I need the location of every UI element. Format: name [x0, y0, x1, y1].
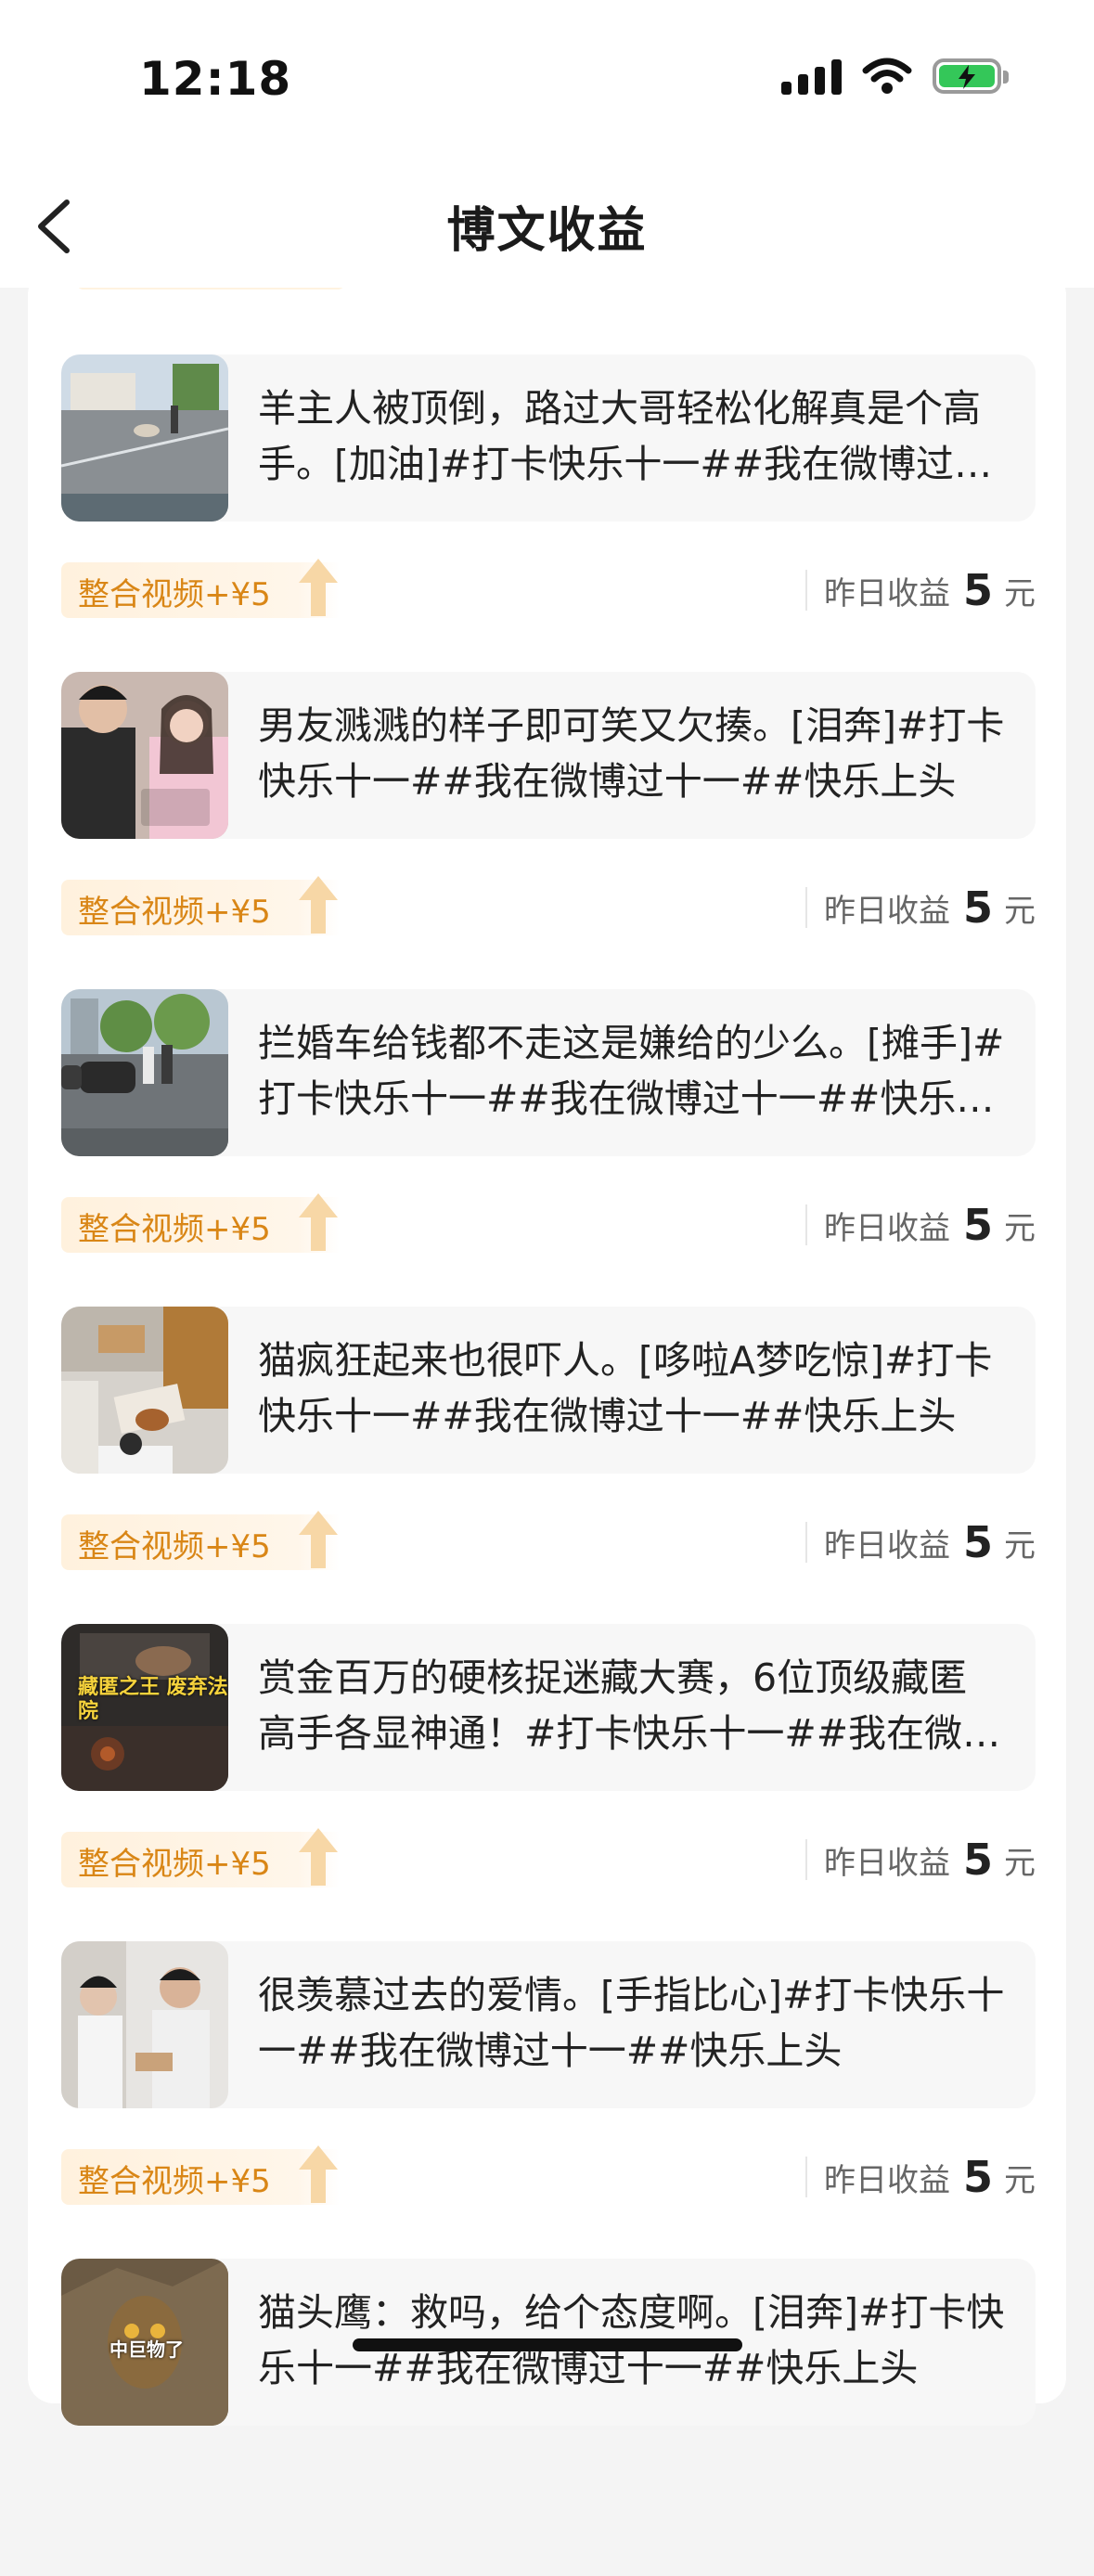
post-thumbnail: [61, 989, 228, 1156]
post-thumbnail: [61, 1941, 228, 2108]
yesterday-earnings: 昨日收益 5 元: [804, 878, 1036, 937]
earnings-label: 昨日收益: [823, 1209, 950, 1247]
bonus-badge: 整合视频+¥5: [61, 876, 340, 935]
earnings-label: 昨日收益: [823, 1844, 950, 1882]
earnings-value: 5: [962, 2152, 993, 2202]
home-indicator[interactable]: [353, 2338, 742, 2351]
battery-charging-icon: [933, 58, 1009, 94]
post-text: 赏金百万的硬核捉迷藏大赛，6位顶级藏匿高手各显神通！#打卡快乐十一##我在微博过…: [258, 1655, 1001, 1756]
earnings-label: 昨日收益: [823, 574, 950, 612]
post-text: 男友溅溅的样子即可笑又欠揍。[泪奔]#打卡快乐十一##我在微博过十一##快乐上头: [258, 703, 1005, 804]
thumbnail-caption: 藏匿之王 废弃法院: [78, 1676, 228, 1723]
list-item: 男友溅溅的样子即可笑又欠揍。[泪奔]#打卡快乐十一##我在微博过十一##快乐上头…: [28, 672, 1066, 989]
earnings-unit: 元: [1004, 1209, 1036, 1247]
bonus-badge: 整合视频+¥5: [61, 559, 340, 618]
yesterday-earnings: 昨日收益 5 元: [804, 560, 1036, 620]
earnings-unit: 元: [1004, 892, 1036, 930]
post-thumbnail: [61, 672, 228, 839]
post-thumbnail: 藏匿之王 废弃法院: [61, 1624, 228, 1791]
post-thumbnail: 中巨物了: [61, 2259, 228, 2426]
nav-bar: 博文收益: [0, 158, 1094, 288]
post-card[interactable]: 拦婚车给钱都不走这是嫌给的少么。[摊手]#打卡快乐十一##我在微博过十一##快乐…: [61, 989, 1036, 1156]
arrow-up-icon: [299, 876, 338, 934]
bonus-badge: 整合视频+¥5: [61, 1511, 340, 1570]
arrow-up-icon: [299, 1828, 338, 1886]
yesterday-earnings: 昨日收益 5 元: [804, 1830, 1036, 1889]
status-icons: [781, 58, 1009, 95]
bonus-badge: 整合视频+¥5: [61, 1193, 340, 1253]
earnings-list-card: 羊主人被顶倒，路过大哥轻松化解真是个高手。[加油]#打卡快乐十一##我在微博过十…: [28, 269, 1066, 2426]
earnings-label: 昨日收益: [823, 892, 950, 930]
post-thumbnail: [61, 354, 228, 522]
bonus-badge-label: 整合视频+¥5: [78, 1846, 271, 1883]
list-item: 羊主人被顶倒，路过大哥轻松化解真是个高手。[加油]#打卡快乐十一##我在微博过十…: [28, 354, 1066, 672]
list-item: 猫疯狂起来也很吓人。[哆啦A梦吃惊]#打卡快乐十一##我在微博过十一##快乐上头…: [28, 1307, 1066, 1624]
earnings-row: 整合视频+¥5 昨日收益 5 元: [61, 1193, 1036, 1255]
bonus-badge: 整合视频+¥5: [61, 1828, 340, 1887]
wifi-icon: [862, 58, 912, 94]
arrow-up-icon: [299, 2145, 338, 2203]
earnings-unit: 元: [1004, 1526, 1036, 1565]
post-text: 很羡慕过去的爱情。[手指比心]#打卡快乐十一##我在微博过十一##快乐上头: [258, 1973, 1005, 2073]
bonus-badge-label: 整合视频+¥5: [78, 2163, 271, 2200]
earnings-value: 5: [962, 1517, 993, 1567]
earnings-row: 整合视频+¥5 昨日收益 5 元: [61, 559, 1036, 620]
bonus-badge-label: 整合视频+¥5: [78, 1211, 271, 1248]
status-time: 12:18: [139, 52, 292, 106]
arrow-up-icon: [299, 1193, 338, 1251]
earnings-row: 整合视频+¥5 昨日收益 5 元: [61, 876, 1036, 937]
earnings-value: 5: [962, 565, 993, 615]
post-card[interactable]: 藏匿之王 废弃法院 赏金百万的硬核捉迷藏大赛，6位顶级藏匿高手各显神通！#打卡快…: [61, 1624, 1036, 1791]
post-card[interactable]: 很羡慕过去的爱情。[手指比心]#打卡快乐十一##我在微博过十一##快乐上头: [61, 1941, 1036, 2108]
thumbnail-caption: 中巨物了: [109, 2338, 184, 2361]
list-item: 拦婚车给钱都不走这是嫌给的少么。[摊手]#打卡快乐十一##我在微博过十一##快乐…: [28, 989, 1066, 1307]
post-text: 羊主人被顶倒，路过大哥轻松化解真是个高手。[加油]#打卡快乐十一##我在微博过十…: [258, 386, 993, 486]
yesterday-earnings: 昨日收益 5 元: [804, 1195, 1036, 1255]
post-card[interactable]: 羊主人被顶倒，路过大哥轻松化解真是个高手。[加油]#打卡快乐十一##我在微博过十…: [61, 354, 1036, 522]
bonus-badge-label: 整合视频+¥5: [78, 576, 271, 613]
list-item: 藏匿之王 废弃法院 赏金百万的硬核捉迷藏大赛，6位顶级藏匿高手各显神通！#打卡快…: [28, 1624, 1066, 1941]
bonus-badge: 整合视频+¥5: [61, 2145, 340, 2205]
bonus-badge-label: 整合视频+¥5: [78, 1528, 271, 1565]
earnings-unit: 元: [1004, 1844, 1036, 1882]
list-item: 中巨物了 猫头鹰：救吗，给个态度啊。[泪奔]#打卡快乐十一##我在微博过十一##…: [28, 2259, 1066, 2576]
earnings-row: 整合视频+¥5 昨日收益 5 元: [61, 1511, 1036, 1572]
post-text: 猫疯狂起来也很吓人。[哆啦A梦吃惊]#打卡快乐十一##我在微博过十一##快乐上头: [258, 1338, 993, 1438]
page-title: 博文收益: [446, 203, 648, 259]
post-thumbnail: [61, 1307, 228, 1474]
earnings-row: 整合视频+¥5 昨日收益 5 元: [61, 1828, 1036, 1889]
cellular-signal-icon: [781, 58, 842, 95]
earnings-value: 5: [962, 882, 993, 933]
earnings-label: 昨日收益: [823, 2161, 950, 2199]
list-item: 很羡慕过去的爱情。[手指比心]#打卡快乐十一##我在微博过十一##快乐上头 整合…: [28, 1941, 1066, 2259]
arrow-up-icon: [299, 559, 338, 616]
status-bar: 12:18: [0, 0, 1094, 158]
earnings-row: 整合视频+¥5 昨日收益 5 元: [61, 2145, 1036, 2207]
post-text: 拦婚车给钱都不走这是嫌给的少么。[摊手]#打卡快乐十一##我在微博过十一##快乐…: [258, 1021, 1005, 1121]
earnings-unit: 元: [1004, 2161, 1036, 2199]
earnings-value: 5: [962, 1835, 993, 1885]
yesterday-earnings: 昨日收益 5 元: [804, 2147, 1036, 2207]
post-card[interactable]: 男友溅溅的样子即可笑又欠揍。[泪奔]#打卡快乐十一##我在微博过十一##快乐上头: [61, 672, 1036, 839]
yesterday-earnings: 昨日收益 5 元: [804, 1513, 1036, 1572]
arrow-up-icon: [299, 1511, 338, 1568]
bonus-badge-label: 整合视频+¥5: [78, 894, 271, 931]
post-card[interactable]: 猫疯狂起来也很吓人。[哆啦A梦吃惊]#打卡快乐十一##我在微博过十一##快乐上头: [61, 1307, 1036, 1474]
earnings-value: 5: [962, 1200, 993, 1250]
earnings-label: 昨日收益: [823, 1526, 950, 1565]
earnings-unit: 元: [1004, 574, 1036, 612]
